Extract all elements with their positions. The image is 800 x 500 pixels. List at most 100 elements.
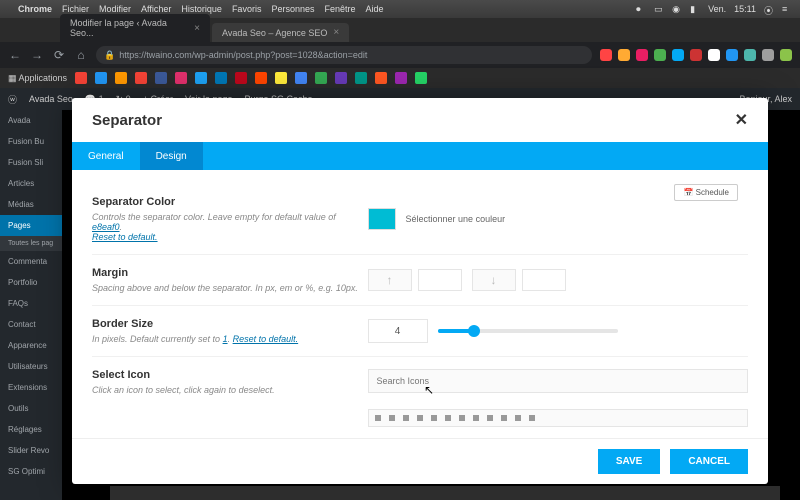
menu-item[interactable]: Afficher: [141, 4, 171, 14]
icon-option[interactable]: [515, 415, 521, 421]
obs-icon[interactable]: ⏺: [636, 4, 646, 14]
forward-icon[interactable]: →: [30, 48, 44, 62]
clock-time[interactable]: 15:11: [734, 4, 756, 14]
sidebar-subitem[interactable]: Toutes les pag: [0, 236, 62, 251]
ext-icon[interactable]: [780, 49, 792, 61]
sidebar-item[interactable]: Slider Revo: [0, 440, 62, 461]
menu-item[interactable]: Fichier: [62, 4, 89, 14]
display-icon[interactable]: ▭: [654, 4, 664, 14]
url-field[interactable]: 🔒 https://twaino.com/wp-admin/post.php?p…: [96, 46, 592, 64]
sidebar-item[interactable]: Avada: [0, 110, 62, 131]
margin-bottom-input[interactable]: ↓: [472, 269, 516, 291]
icon-grid[interactable]: [368, 409, 748, 427]
bookmark-icon[interactable]: [295, 72, 307, 84]
icon-option[interactable]: [473, 415, 479, 421]
reload-icon[interactable]: ⟳: [52, 48, 66, 62]
bookmark-icon[interactable]: [135, 72, 147, 84]
modal-scrollbar[interactable]: [769, 130, 776, 435]
bookmark-icon[interactable]: [375, 72, 387, 84]
ext-icon[interactable]: [726, 49, 738, 61]
icon-option[interactable]: [375, 415, 381, 421]
sidebar-item[interactable]: Outils: [0, 398, 62, 419]
scrollbar-thumb[interactable]: [769, 130, 776, 237]
menu-item[interactable]: Aide: [366, 4, 384, 14]
spotlight-icon[interactable]: ⦿: [764, 4, 774, 14]
sidebar-item[interactable]: Réglages: [0, 419, 62, 440]
sidebar-item[interactable]: FAQs: [0, 293, 62, 314]
sidebar-item[interactable]: Apparence: [0, 335, 62, 356]
margin-bottom-value[interactable]: [522, 269, 566, 291]
save-button[interactable]: SAVE: [598, 449, 661, 474]
sidebar-item[interactable]: Médias: [0, 194, 62, 215]
bookmark-icon[interactable]: [275, 72, 287, 84]
sidebar-item[interactable]: Commenta: [0, 251, 62, 272]
menu-item[interactable]: Fenêtre: [324, 4, 355, 14]
icon-option[interactable]: [529, 415, 535, 421]
color-swatch[interactable]: [368, 208, 396, 230]
bookmark-icon[interactable]: [355, 72, 367, 84]
ext-icon[interactable]: [654, 49, 666, 61]
notification-icon[interactable]: ≡: [782, 4, 792, 14]
icon-option[interactable]: [389, 415, 395, 421]
reset-link[interactable]: Reset to default.: [92, 232, 158, 242]
sidebar-item[interactable]: Contact: [0, 314, 62, 335]
wifi-icon[interactable]: ◉: [672, 4, 682, 14]
sidebar-item[interactable]: Fusion Bu: [0, 131, 62, 152]
clock-day[interactable]: Ven.: [708, 4, 726, 14]
default-value-link[interactable]: 1: [223, 334, 228, 344]
ext-icon[interactable]: [690, 49, 702, 61]
ext-icon[interactable]: [618, 49, 630, 61]
sidebar-item[interactable]: SG Optimi: [0, 461, 62, 482]
sidebar-item-pages[interactable]: Pages: [0, 215, 62, 236]
bookmark-icon[interactable]: [75, 72, 87, 84]
icon-search-input[interactable]: [368, 369, 748, 393]
default-value-link[interactable]: e8eaf0: [92, 222, 120, 232]
apps-button[interactable]: ▦ Applications: [8, 73, 67, 84]
menu-item[interactable]: Personnes: [271, 4, 314, 14]
reset-link[interactable]: Reset to default.: [233, 334, 299, 344]
icon-option[interactable]: [431, 415, 437, 421]
app-name[interactable]: Chrome: [18, 4, 52, 14]
icon-option[interactable]: [445, 415, 451, 421]
color-picker-label[interactable]: Sélectionner une couleur: [406, 214, 506, 224]
ext-icon[interactable]: [708, 49, 720, 61]
bookmark-icon[interactable]: [315, 72, 327, 84]
border-size-input[interactable]: [368, 319, 428, 343]
menu-item[interactable]: Modifier: [99, 4, 131, 14]
bookmark-icon[interactable]: [235, 72, 247, 84]
icon-option[interactable]: [403, 415, 409, 421]
ext-icon[interactable]: [600, 49, 612, 61]
sidebar-item[interactable]: Portfolio: [0, 272, 62, 293]
wp-logo-icon[interactable]: ⓦ: [8, 93, 17, 106]
icon-option[interactable]: [459, 415, 465, 421]
site-name[interactable]: Avada Seo: [29, 94, 73, 104]
bookmark-icon[interactable]: [395, 72, 407, 84]
bookmark-icon[interactable]: [415, 72, 427, 84]
ext-icon[interactable]: [636, 49, 648, 61]
icon-option[interactable]: [487, 415, 493, 421]
slider-thumb[interactable]: [468, 325, 480, 337]
ext-icon[interactable]: [762, 49, 774, 61]
sidebar-item[interactable]: Extensions: [0, 377, 62, 398]
margin-top-value[interactable]: [418, 269, 462, 291]
icon-option[interactable]: [417, 415, 423, 421]
close-icon[interactable]: ×: [194, 23, 200, 34]
icon-option[interactable]: [501, 415, 507, 421]
bookmark-icon[interactable]: [215, 72, 227, 84]
bookmark-icon[interactable]: [335, 72, 347, 84]
ext-icon[interactable]: [744, 49, 756, 61]
margin-top-input[interactable]: ↑: [368, 269, 412, 291]
ext-icon[interactable]: [672, 49, 684, 61]
bookmark-icon[interactable]: [115, 72, 127, 84]
bookmark-icon[interactable]: [255, 72, 267, 84]
sidebar-item[interactable]: Fusion Sli: [0, 152, 62, 173]
battery-icon[interactable]: ▮: [690, 4, 700, 14]
sidebar-item[interactable]: Articles: [0, 173, 62, 194]
schedule-button[interactable]: 📅 Schedule: [674, 184, 738, 201]
bookmark-icon[interactable]: [175, 72, 187, 84]
home-icon[interactable]: ⌂: [74, 48, 88, 62]
border-size-slider[interactable]: [438, 329, 618, 333]
browser-tab[interactable]: Avada Seo – Agence SEO ×: [212, 23, 349, 42]
menu-item[interactable]: Historique: [181, 4, 222, 14]
menu-item[interactable]: Favoris: [232, 4, 262, 14]
